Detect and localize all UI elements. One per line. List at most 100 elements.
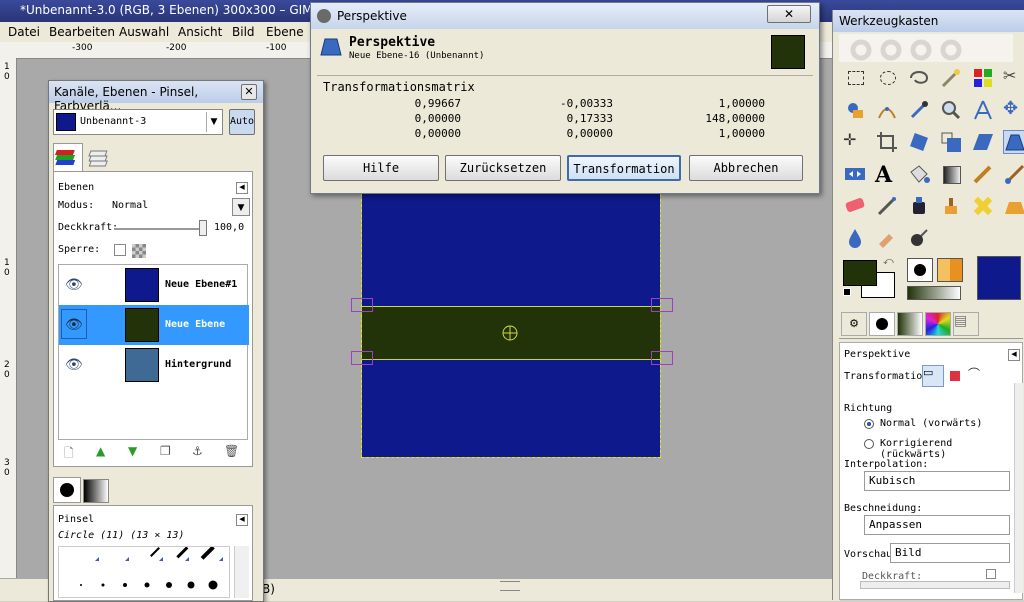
lock-alpha-icon[interactable] [132, 244, 146, 258]
transform-selection-button[interactable] [950, 371, 960, 381]
smudge-icon[interactable] [875, 226, 899, 250]
layer-row-neue-ebene[interactable]: 👁 Neue Ebene [59, 305, 249, 345]
eye-icon[interactable]: 👁 [65, 317, 83, 333]
opacity-checkbox[interactable] [986, 569, 996, 579]
menu-ansicht[interactable]: Ansicht [178, 25, 222, 39]
eye-icon[interactable]: 👁 [65, 357, 83, 373]
blur-icon[interactable] [843, 226, 867, 250]
options-scrollbar[interactable] [1014, 383, 1023, 593]
duplicate-layer-icon[interactable]: ❐ [160, 444, 171, 458]
scissors-icon[interactable]: ✂ [1003, 66, 1024, 90]
dialog-close-button[interactable]: ✕ [767, 5, 811, 23]
tab-brushes-dock[interactable] [869, 312, 895, 336]
tab-brushes[interactable] [53, 477, 81, 503]
ellipse-select-icon[interactable] [875, 66, 899, 90]
brush-scrollbar[interactable] [234, 546, 249, 598]
rotate-icon[interactable] [907, 130, 931, 154]
panel-menu-icon[interactable]: ◀ [1008, 349, 1020, 361]
text-tool-icon[interactable]: A [875, 162, 899, 188]
tab-layers[interactable] [53, 143, 83, 171]
mode-dropdown-button[interactable]: ▼ [232, 198, 250, 216]
menu-bild[interactable]: Bild [232, 25, 255, 39]
new-layer-icon[interactable]: 🗋 [64, 444, 74, 465]
swap-colors-icon[interactable]: ⤺ [883, 256, 895, 268]
tab-palettes[interactable] [925, 312, 951, 336]
interpolation-select[interactable]: Kubisch [864, 471, 1010, 491]
menu-ebene[interactable]: Ebene [266, 25, 304, 39]
active-gradient-preview[interactable] [907, 286, 961, 300]
preview-select[interactable]: Bild [890, 543, 1010, 563]
tab-gradients[interactable] [83, 479, 109, 503]
fuzzy-select-icon[interactable] [939, 66, 963, 90]
direction-normal-radio[interactable] [864, 419, 874, 429]
blend-icon[interactable] [939, 162, 963, 186]
color-select-icon[interactable] [971, 66, 995, 90]
foreground-color-swatch[interactable] [843, 260, 877, 286]
menu-datei[interactable]: Datei [8, 25, 40, 39]
panel-menu-icon[interactable]: ◀ [236, 182, 248, 194]
dodge-burn-icon[interactable] [907, 226, 931, 250]
opacity-value[interactable]: 100,0 [214, 222, 244, 233]
airbrush-icon[interactable] [875, 194, 899, 218]
auto-button[interactable]: Auto [229, 109, 255, 135]
active-image-preview[interactable] [977, 256, 1021, 300]
lower-layer-icon[interactable]: ▼ [128, 444, 137, 458]
crop-icon[interactable] [875, 130, 899, 154]
measure-icon[interactable] [971, 98, 995, 122]
perspective-clone-icon[interactable] [1003, 194, 1024, 218]
menu-auswahl[interactable]: Auswahl [119, 25, 169, 39]
lock-pixels-checkbox[interactable] [114, 244, 126, 256]
transform-layer-button[interactable]: ▭ [922, 365, 944, 387]
move-icon[interactable]: ✥ [1003, 98, 1024, 122]
scrollbar-grip[interactable] [500, 581, 520, 591]
transform-path-button[interactable]: ⌒ [968, 365, 980, 382]
mode-value[interactable]: Normal [112, 200, 148, 211]
transform-handle-top-right[interactable] [651, 298, 673, 312]
ink-icon[interactable] [907, 194, 931, 218]
tab-tool-options[interactable]: ⚙ [841, 312, 867, 336]
perspective-tool-button[interactable] [1003, 130, 1024, 154]
trash-icon[interactable]: 🗑 [224, 444, 239, 458]
pencil-icon[interactable] [971, 162, 995, 186]
transformed-layer-preview[interactable] [362, 306, 660, 360]
layer-row-neue-ebene-1[interactable]: 👁 Neue Ebene#1 [59, 265, 249, 305]
shear-icon[interactable] [971, 130, 995, 154]
opacity-slider-handle[interactable] [199, 220, 207, 236]
active-pattern-preview[interactable] [937, 258, 963, 282]
horizontal-scrollbar[interactable] [860, 581, 1010, 589]
paths-icon[interactable] [875, 98, 899, 122]
align-icon[interactable]: ✛ [843, 130, 867, 154]
eraser-icon[interactable] [843, 194, 867, 218]
image-selector[interactable]: Unbenannt-3 ▼ [53, 109, 223, 135]
reset-button[interactable]: Zurücksetzen [445, 155, 561, 181]
brush-grid[interactable] [58, 545, 230, 598]
chevron-down-icon[interactable]: ▼ [206, 112, 221, 132]
tab-layers-dock[interactable]: ▤ [953, 312, 979, 336]
raise-layer-icon[interactable]: ▲ [96, 444, 105, 458]
zoom-icon[interactable] [939, 98, 963, 122]
transform-handle-top-left[interactable] [351, 298, 373, 312]
flip-icon[interactable] [843, 162, 867, 186]
anchor-icon[interactable]: ⚓ [192, 444, 203, 458]
foreground-select-icon[interactable] [843, 98, 867, 122]
dock-close-button[interactable]: ✕ [241, 84, 257, 100]
bucket-fill-icon[interactable] [907, 162, 931, 186]
direction-corrective-radio[interactable] [864, 439, 874, 449]
transform-handle-bottom-right[interactable] [651, 351, 673, 365]
crosshair-icon[interactable] [501, 324, 519, 342]
paintbrush-icon[interactable] [1003, 162, 1024, 186]
clone-icon[interactable] [939, 194, 963, 218]
clipping-select[interactable]: Anpassen [864, 515, 1010, 535]
transform-handle-bottom-left[interactable] [351, 351, 373, 365]
active-brush-preview[interactable] [907, 258, 933, 282]
layer-row-hintergrund[interactable]: 👁 Hintergrund [59, 345, 249, 385]
tab-gradient-dock[interactable] [897, 312, 923, 336]
color-picker-icon[interactable] [907, 98, 931, 122]
reset-colors-icon[interactable] [843, 288, 853, 298]
eye-icon[interactable]: 👁 [65, 277, 83, 293]
tab-channels[interactable] [85, 145, 115, 171]
rect-select-icon[interactable] [843, 66, 867, 90]
cancel-button[interactable]: Abbrechen [689, 155, 803, 181]
heal-icon[interactable] [971, 194, 995, 218]
menu-bearbeiten[interactable]: Bearbeiten [49, 25, 115, 39]
